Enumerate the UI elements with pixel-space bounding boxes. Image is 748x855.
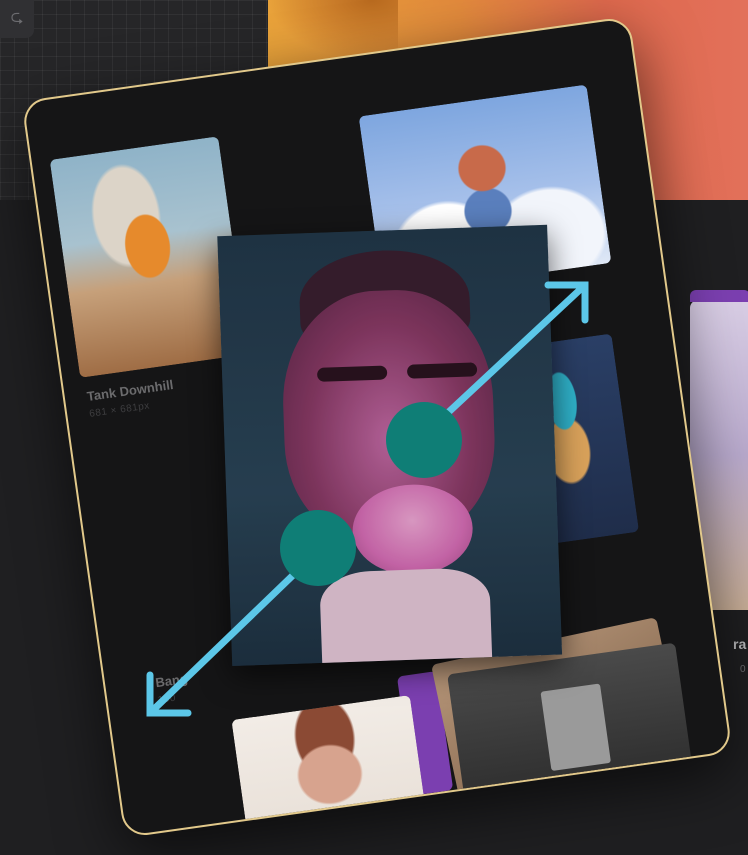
redo-icon: ⮎ <box>10 8 24 26</box>
redo-button[interactable]: ⮎ <box>0 0 34 38</box>
artwork-title-tank-downhill: Tank Downhill <box>85 377 175 404</box>
artwork-title-bang: Bang <box>154 670 189 691</box>
artwork-size-bang: 100 <box>157 692 177 707</box>
artwork-preview-portrait[interactable] <box>217 224 563 667</box>
background-card-size: 0 <box>740 664 746 675</box>
background-card-title: ra <box>733 636 747 652</box>
artwork-thumbnail-girl[interactable] <box>231 695 431 839</box>
tablet-device: Tank Downhill 681 × 681px 0px Bang 100 <box>21 15 733 839</box>
artwork-size-tank-downhill: 681 × 681px <box>88 400 151 420</box>
